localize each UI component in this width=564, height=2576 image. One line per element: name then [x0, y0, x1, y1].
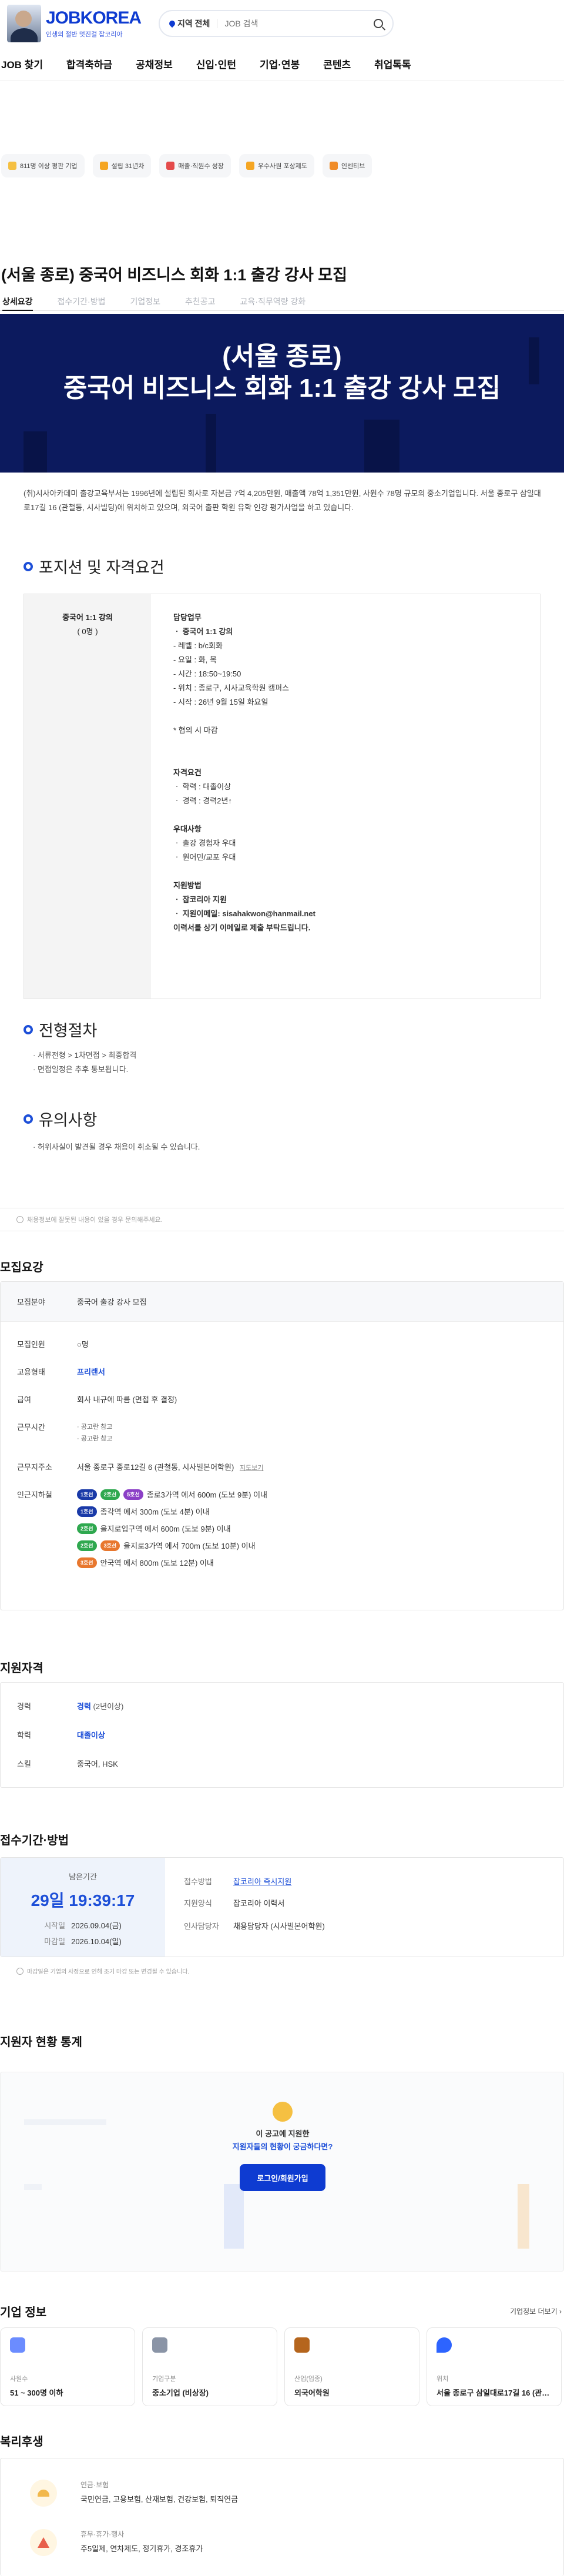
nav-congrats[interactable]: 합격축하금	[66, 56, 112, 71]
banner-line2: 중국어 비즈니스 회화 1:1 출강 강사 모집	[63, 374, 501, 403]
subway-list: 1호선 2호선 5호선 종로3가역 에서 600m (도보 9분) 이내 1호선…	[59, 1489, 563, 1574]
logo-subtitle: 인생의 절반 멋진걸 잡코리아	[46, 31, 123, 38]
party-icon	[30, 2529, 57, 2556]
search-input[interactable]	[224, 19, 367, 28]
location-select[interactable]: 지역 전체	[167, 18, 210, 29]
quick-apply-link[interactable]: 잡코리아 즉시지원	[233, 1875, 291, 1887]
job-title: (서울 종로) 중국어 비즈니스 회화 1:1 출강 강사 모집	[1, 266, 347, 284]
period-box: 남은기간 29일 19:39:17 시작일 2026.09.04(금) 마감일 20…	[0, 1857, 564, 1957]
company-title: 기업 정보	[0, 2306, 47, 2319]
nav-talk[interactable]: 취업톡톡	[374, 56, 411, 71]
growth-icon	[166, 162, 175, 170]
benefit-chip: 매출·직원수 성장	[159, 154, 231, 177]
remaining-time: 29일 19:39:17	[31, 1891, 135, 1910]
detail-tabs: 상세요강 접수기간·방법 기업정보 추천공고 교육·직무역량 강화	[0, 296, 564, 311]
summary-title: 모집요강	[0, 1261, 43, 1274]
nav-recruit[interactable]: 공채정보	[136, 56, 173, 71]
subway-row: 2호선 을지로입구역 에서 600m (도보 9분) 이내	[77, 1523, 563, 1534]
tab-recommend[interactable]: 추천공고	[185, 296, 216, 310]
subway-row: 1호선 종각역 에서 300m (도보 4분) 이내	[77, 1506, 563, 1517]
location-pin-icon	[167, 19, 177, 28]
circle-icon	[24, 1114, 33, 1124]
subway-row: 2호선 3호선 을지로3가역 에서 700m (도보 10분) 이내	[77, 1540, 563, 1551]
people-icon	[10, 2337, 25, 2353]
benefit-chips: 811명 이상 평판 기업 설립 31년차 매출·직원수 성장 우수사원 포상제…	[0, 154, 372, 177]
umbrella-icon	[30, 2480, 57, 2507]
nav-job-search[interactable]: JOB 찾기	[1, 56, 43, 71]
info-icon	[16, 1967, 24, 1975]
position-table: 중국어 1:1 강의 ( 0명 ) 담당업무 ㆍ 중국어 1:1 강의 - 레벨…	[24, 594, 540, 999]
period-notice: 마감일은 기업의 사정으로 인해 조기 마감 또는 변경될 수 있습니다.	[16, 1967, 189, 1975]
info-icon	[16, 1216, 24, 1223]
header: JOBKOREA 인생의 절반 멋진걸 잡코리아 지역 전체	[0, 0, 564, 47]
thinking-face-icon	[273, 2102, 293, 2122]
circle-icon	[24, 1024, 33, 1034]
company-more-link[interactable]: 기업정보 더보기 ›	[510, 2306, 562, 2316]
period-title: 접수기간·방법	[0, 1834, 69, 1847]
logo-avatar	[7, 5, 41, 42]
star-icon	[8, 162, 16, 170]
company-card-location: 위치 서울 종로구 삼일대로17길 16 (관…	[427, 2327, 562, 2406]
summary-table: 모집분야 중국어 출강 강사 모집 모집인원 ○명 고용형태 프리랜서 급여 회…	[0, 1281, 564, 1610]
employment-type: 프리랜서	[77, 1368, 105, 1376]
map-link[interactable]: 지도보기	[240, 1465, 263, 1472]
calendar-icon	[99, 162, 108, 170]
qualification-title: 지원자격	[0, 1662, 43, 1675]
subway-row: 3호선 안국역 에서 800m (도보 12분) 이내	[77, 1557, 563, 1568]
summary-field: 중국어 출강 강사 모집	[77, 1298, 147, 1307]
section-process: 전형절차	[24, 1018, 97, 1041]
section-caution: 유의사항	[24, 1107, 97, 1130]
nav-entry-intern[interactable]: 신입·인턴	[196, 56, 236, 71]
tab-education[interactable]: 교육·직무역량 강화	[240, 296, 306, 310]
section-position: 포지션 및 자격요건	[24, 555, 164, 578]
work-address: 서울 종로구 종로12길 6 (관철동, 시사빌본어학원)	[77, 1463, 234, 1472]
welfare-item: 휴무·휴가·행사 주5일제, 연차제도, 정기휴가, 경조휴가	[30, 2529, 203, 2556]
benefit-chip: 인센티브	[322, 154, 372, 177]
welfare-box: 연금·보험 국민연금, 고용보험, 산재보험, 건강보험, 퇴직연금 휴무·휴가…	[0, 2458, 564, 2576]
position-name: 중국어 1:1 강의	[62, 613, 113, 622]
benefit-chip: 811명 이상 평판 기업	[1, 154, 85, 177]
welfare-title: 복리후생	[0, 2436, 43, 2448]
briefcase-icon	[294, 2337, 310, 2353]
company-cards: 사원수 51 ~ 300명 이하 기업구분 중소기업 (비상장) 산업(업종) …	[0, 2327, 562, 2406]
applicant-stats: 이 공고에 지원한 지원자들의 현황이 궁금하다면? 로그인/회원가입	[0, 2072, 564, 2272]
nav-contents[interactable]: 콘텐츠	[323, 56, 351, 71]
company-card-employees: 사원수 51 ~ 300명 이하	[0, 2327, 135, 2406]
login-signup-button[interactable]: 로그인/회원가입	[240, 2164, 325, 2191]
gift-icon	[329, 162, 338, 170]
trophy-icon	[246, 162, 254, 170]
building-icon	[152, 2337, 167, 2353]
company-intro: (취)시사아카데미 출강교육부서는 1996년에 설립된 회사로 자본금 7억 …	[24, 489, 541, 512]
job-banner: (서울 종로) 중국어 비즈니스 회화 1:1 출강 강사 모집	[0, 314, 564, 473]
tab-detail[interactable]: 상세요강	[2, 296, 33, 311]
circle-icon	[24, 561, 33, 571]
nav-company-salary[interactable]: 기업·연봉	[260, 56, 300, 71]
welfare-item: 연금·보험 국민연금, 고용보험, 산재보험, 건강보험, 퇴직연금	[30, 2480, 238, 2507]
report-notice: 채용정보에 잘못된 내용이 있을 경우 문의해주세요.	[0, 1208, 564, 1231]
company-card-type: 기업구분 중소기업 (비상장)	[142, 2327, 277, 2406]
position-count: ( 0명 )	[77, 627, 98, 636]
benefit-chip: 우수사원 포상제도	[239, 154, 314, 177]
benefit-chip: 설립 31년차	[92, 154, 152, 177]
company-card-industry: 산업(업종) 외국어학원	[284, 2327, 419, 2406]
tab-period[interactable]: 접수기간·방법	[58, 296, 106, 310]
search-icon[interactable]	[374, 19, 384, 28]
main-nav: JOB 찾기 합격축하금 공채정보 신입·인턴 기업·연봉 콘텐츠 취업톡톡	[0, 47, 564, 81]
logo[interactable]: JOBKOREA 인생의 절반 멋진걸 잡코리아	[7, 5, 142, 42]
logo-text: JOBKOREA	[46, 8, 142, 28]
stats-title: 지원자 현황 통계	[0, 2036, 82, 2049]
search-bar[interactable]: 지역 전체	[159, 10, 394, 37]
location-pin-icon	[437, 2337, 452, 2353]
caution-text: · 허위사실이 발견될 경우 채용이 취소될 수 있습니다.	[33, 1143, 200, 1151]
process-text: · 서류전형 > 1차면접 > 최종합격 · 면접일정은 추후 통보됩니다.	[33, 1051, 137, 1074]
qualification-box: 경력 경력 (2년이상) 학력 대졸이상 스킬 중국어, HSK	[0, 1682, 564, 1788]
job-posting-page: JOBKOREA 인생의 절반 멋진걸 잡코리아 지역 전체 JOB 찾기 합격…	[0, 0, 564, 2576]
tab-company[interactable]: 기업정보	[130, 296, 160, 310]
subway-row: 1호선 2호선 5호선 종로3가역 에서 600m (도보 9분) 이내	[77, 1489, 563, 1500]
